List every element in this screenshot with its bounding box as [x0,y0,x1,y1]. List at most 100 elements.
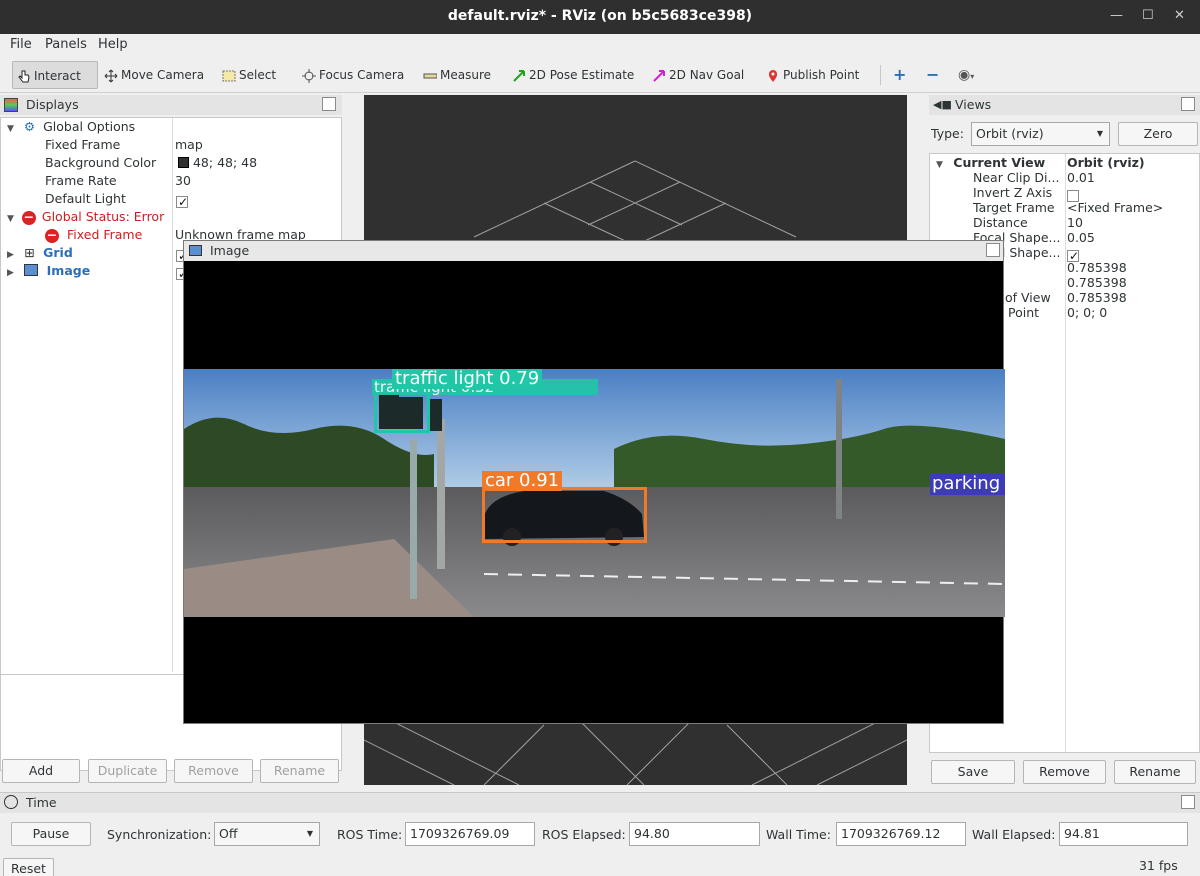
fps-readout: 31 fps [1139,858,1178,873]
ros-time-field[interactable]: 1709326769.09 [405,822,535,846]
map-pin-icon [769,69,777,82]
sync-select[interactable]: Off ▼ [214,822,320,846]
default-light-label: Default Light [45,191,126,206]
fixed-frame-label: Fixed Frame [45,137,121,152]
chevron-down-icon: ▼ [306,829,313,838]
wall-time-field[interactable]: 1709326769.12 [836,822,966,846]
remove-display-button[interactable]: Remove [174,759,253,783]
remove-view-button[interactable]: Remove [1023,760,1106,784]
expand-icon[interactable]: ▶ [7,268,14,278]
frame-rate-label: Frame Rate [45,173,117,188]
global-status-row[interactable]: ▼ − Global Status: Error [7,208,164,226]
camera-icon: ◀■ [933,98,952,111]
grid-display-row[interactable]: ▶ ⊞ Grid [7,244,73,262]
move-camera-label: Move Camera [121,68,205,82]
menu-panels[interactable]: Panels [45,37,87,52]
global-options-row[interactable]: ▼ ⚙ Global Options [7,118,135,136]
minimize-icon[interactable]: — [1110,8,1123,23]
zero-button[interactable]: Zero [1118,122,1198,146]
clock-icon [4,795,18,809]
view-type-select[interactable]: Orbit (rviz) ▼ [971,122,1110,146]
background-color-label: Background Color [45,155,157,170]
menu-file[interactable]: File [10,37,32,52]
window-title-bar: default.rviz* - RViz (on b5c5683ce398) —… [0,0,1200,34]
ros-elapsed-field[interactable]: 94.80 [629,822,760,846]
rename-view-button[interactable]: Rename [1114,760,1196,784]
window-title: default.rviz* - RViz (on b5c5683ce398) [447,8,753,24]
focal-point-label: Point [1008,305,1040,320]
image-window[interactable]: Image traffic light 0.52 tr [183,240,1005,724]
pause-button[interactable]: Pause [11,822,91,846]
collapse-icon[interactable]: ▼ [7,124,14,134]
rename-display-button[interactable]: Rename [260,759,339,783]
image-window-float-checkbox[interactable] [986,243,1000,257]
fixed-frame-error-row[interactable]: − Fixed Frame [45,226,142,244]
collapse-icon[interactable]: ▼ [936,160,943,170]
ros-elapsed-label: ROS Elapsed: [542,827,626,842]
image-window-title: Image [210,243,250,258]
measure-label: Measure [440,68,491,82]
nav-goal-tool[interactable]: 2D Nav Goal [652,61,744,89]
error-icon: − [21,209,36,225]
current-view-label: Current View [953,155,1046,170]
wall-elapsed-field[interactable]: 94.81 [1059,822,1188,846]
hand-pointer-icon [18,70,30,82]
sync-label: Synchronization: [107,827,212,842]
fixed-frame-value[interactable]: map [175,136,203,154]
add-tool-icon[interactable]: + [893,61,906,89]
focal-shape-size-value[interactable]: 0.05 [1067,229,1095,247]
duplicate-display-button[interactable]: Duplicate [88,759,167,783]
collapse-icon[interactable]: ▼ [7,214,14,224]
view-type-label: Type: [931,126,964,141]
interact-tool[interactable]: Interact [12,61,98,89]
image-display-row[interactable]: ▶ Image [7,262,90,280]
background-color-value[interactable]: 48; 48; 48 [178,154,257,172]
signal-pole [836,379,842,519]
tool-properties-eye-icon[interactable]: ◉▾ [958,61,974,89]
menu-help[interactable]: Help [98,37,128,52]
time-float-checkbox[interactable] [1181,795,1195,809]
remove-tool-icon[interactable]: − [926,61,939,89]
grid-icon: ⊞ [24,245,35,260]
time-panel: Time Pause Synchronization: Off ▼ ROS Ti… [0,792,1200,876]
displays-title: Displays [26,97,79,112]
views-float-checkbox[interactable] [1181,97,1195,111]
save-view-button[interactable]: Save [931,760,1015,784]
detection-box-car [482,487,647,543]
image-icon [24,264,39,276]
displays-header: Displays [0,95,342,115]
move-camera-icon [104,69,118,82]
move-camera-tool[interactable]: Move Camera [104,61,204,89]
reset-button[interactable]: Reset [3,858,54,876]
views-title: Views [955,97,992,112]
wall-elapsed-label: Wall Elapsed: [972,827,1056,842]
toolbar-separator [880,65,881,85]
frame-rate-value[interactable]: 30 [175,172,191,190]
view-type-value: Orbit (rviz) [976,126,1044,141]
displays-float-checkbox[interactable] [322,97,336,111]
grid-label: Grid [43,245,73,260]
camera-image: traffic light 0.52 traffic light 0.79 ca… [184,369,1005,617]
default-light-checkbox[interactable] [176,192,188,210]
close-icon[interactable]: ✕ [1174,8,1185,23]
select-tool[interactable]: Select [222,61,276,89]
nav-goal-label: 2D Nav Goal [669,68,745,82]
select-icon [222,70,236,81]
chevron-down-icon: ▼ [1096,129,1103,138]
add-display-button[interactable]: Add [2,759,80,783]
select-label: Select [239,68,277,82]
pose-estimate-tool[interactable]: 2D Pose Estimate [512,61,634,89]
near-clip-value[interactable]: 0.01 [1067,169,1095,187]
maximize-icon[interactable]: ☐ [1142,8,1154,23]
signal-pole [410,439,417,599]
toolbar: Interact Move Camera Select Focus Camera… [0,57,1200,93]
measure-tool[interactable]: Measure [423,61,491,89]
background-color-text: 48; 48; 48 [192,155,258,170]
image-window-header[interactable]: Image [184,241,1003,261]
interact-label: Interact [34,69,81,83]
ros-time-label: ROS Time: [337,827,403,842]
expand-icon[interactable]: ▶ [7,250,14,260]
focal-point-value[interactable]: 0; 0; 0 [1067,304,1107,322]
publish-point-tool[interactable]: Publish Point [766,61,859,89]
focus-camera-tool[interactable]: Focus Camera [302,61,404,89]
